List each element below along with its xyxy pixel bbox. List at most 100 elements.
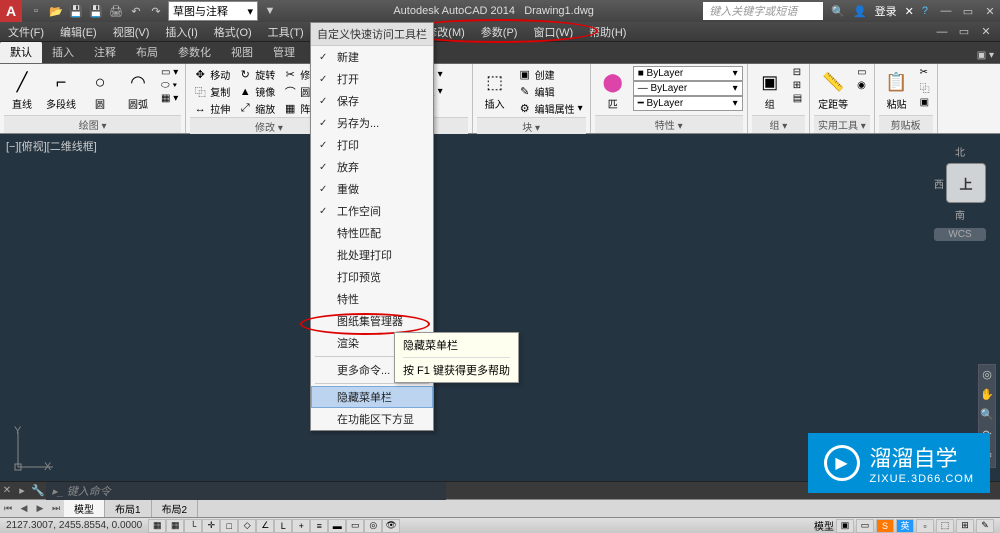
ellipse-icon[interactable]: ⬭ ▾: [158, 79, 181, 92]
status-icon-3[interactable]: S: [876, 519, 894, 533]
menu-window[interactable]: 窗口(W): [525, 22, 581, 42]
user-icon[interactable]: 👤: [853, 5, 867, 18]
qat-undo-icon[interactable]: ↶: [128, 3, 144, 19]
doc-minimize-button[interactable]: —: [932, 24, 952, 40]
maximize-button[interactable]: ▭: [958, 3, 978, 19]
tab-manage[interactable]: 管理: [263, 41, 305, 63]
menu-insert[interactable]: 插入(I): [157, 22, 205, 42]
viewport-label[interactable]: [−][俯视][二维线框]: [6, 138, 97, 154]
qat-print-icon[interactable]: 🖨: [108, 3, 124, 19]
hatch-icon[interactable]: ▦ ▾: [158, 92, 181, 105]
tab-default[interactable]: 默认: [0, 41, 42, 63]
nav-wheel-icon[interactable]: ◎: [979, 368, 995, 384]
cmd-close-icon[interactable]: ✕: [0, 485, 14, 496]
edit-attrib-button[interactable]: ⚙编辑属性 ▾: [515, 100, 586, 117]
tab-layout[interactable]: 布局: [126, 41, 168, 63]
dropdown-item-4[interactable]: ✓打印: [311, 134, 433, 156]
dropdown-item-10[interactable]: 打印预览: [311, 266, 433, 288]
rect-icon[interactable]: ▭ ▾: [158, 66, 181, 79]
circle-button[interactable]: ○圆: [82, 66, 118, 113]
lwt-toggle[interactable]: ≡: [310, 519, 328, 533]
ortho-toggle[interactable]: └: [184, 519, 202, 533]
status-icon-1[interactable]: ▣: [836, 519, 854, 533]
qat-new-icon[interactable]: ▫: [28, 3, 44, 19]
menu-edit[interactable]: 编辑(E): [52, 22, 105, 42]
tab-insert[interactable]: 插入: [42, 41, 84, 63]
clip-icon-3[interactable]: ▣: [917, 96, 933, 109]
tab-nav-first-icon[interactable]: ⏮: [0, 503, 16, 514]
panel-prop-title[interactable]: 特性 ▾: [595, 115, 743, 133]
menu-file[interactable]: 文件(F): [0, 22, 52, 42]
menu-param[interactable]: 参数(P): [473, 22, 526, 42]
group-edit-icon[interactable]: ⊞: [790, 79, 805, 92]
dyn-toggle[interactable]: +: [292, 519, 310, 533]
viewcube-west[interactable]: 西: [934, 176, 944, 191]
linetype-combo[interactable]: — ByLayer▾: [633, 81, 743, 96]
exchange-icon[interactable]: ✕: [905, 5, 914, 18]
qat-open-icon[interactable]: 📂: [48, 3, 64, 19]
copy-clip-icon[interactable]: ⿻: [917, 79, 933, 96]
tab-param[interactable]: 参数化: [168, 41, 221, 63]
status-model-label[interactable]: 模型: [814, 518, 834, 533]
snap-toggle[interactable]: ▦: [148, 519, 166, 533]
mirror-button[interactable]: ▲镜像: [235, 83, 278, 100]
viewcube-north[interactable]: 北: [934, 144, 986, 159]
panel-block-title[interactable]: 块 ▾: [477, 117, 586, 135]
line-button[interactable]: ╱直线: [4, 66, 40, 113]
cmd-wrench-icon[interactable]: 🔧: [30, 484, 46, 497]
tab-layout1[interactable]: 布局1: [105, 500, 152, 517]
panel-draw-title[interactable]: 绘图 ▾: [4, 115, 181, 133]
menu-view[interactable]: 视图(V): [105, 22, 158, 42]
qp-toggle[interactable]: ▭: [346, 519, 364, 533]
ungroup-icon[interactable]: ⊟: [790, 66, 805, 79]
status-icon-7[interactable]: ⊞: [956, 519, 974, 533]
cmd-nav-icon[interactable]: ▸: [14, 484, 30, 497]
qat-save-icon[interactable]: 💾: [68, 3, 84, 19]
status-icon-2[interactable]: ▭: [856, 519, 874, 533]
workspace-combo[interactable]: 草图与注释 ▾: [168, 1, 258, 21]
am-toggle[interactable]: 👁: [382, 519, 400, 533]
util-icon-1[interactable]: ▭: [854, 66, 869, 79]
menu-help[interactable]: 帮助(H): [581, 22, 634, 42]
dropdown-item-2[interactable]: ✓保存: [311, 90, 433, 112]
dropdown-item-1[interactable]: ✓打开: [311, 68, 433, 90]
drawing-area[interactable]: [−][俯视][二维线框] 北 西 上 南 WCS ◎ ✋ 🔍 ⟳ ▭ Y X: [0, 134, 1000, 481]
tab-nav-next-icon[interactable]: ▶: [32, 503, 48, 514]
util-icon-2[interactable]: ◉: [854, 79, 869, 92]
search-icon[interactable]: 🔍: [831, 5, 845, 18]
dropdown-item-9[interactable]: 批处理打印: [311, 244, 433, 266]
status-icon-6[interactable]: ⬚: [936, 519, 954, 533]
status-coordinates[interactable]: 2127.3007, 2455.8554, 0.0000: [0, 520, 148, 531]
status-icon-4[interactable]: 英: [896, 519, 914, 533]
arc-button[interactable]: ◠圆弧: [120, 66, 156, 113]
doc-restore-button[interactable]: ▭: [954, 24, 974, 40]
dropdown-item-16[interactable]: 在功能区下方显: [311, 408, 433, 430]
ribbon-extra-icon[interactable]: ▣ ▾: [971, 48, 1000, 63]
tab-annotate[interactable]: 注释: [84, 41, 126, 63]
viewcube-face[interactable]: 上: [946, 163, 986, 203]
panel-group-title[interactable]: 组 ▾: [752, 115, 805, 133]
dropdown-item-5[interactable]: ✓放弃: [311, 156, 433, 178]
menu-format[interactable]: 格式(O): [206, 22, 260, 42]
scale-button[interactable]: ⤢缩放: [235, 100, 278, 117]
sc-toggle[interactable]: ◎: [364, 519, 382, 533]
dropdown-item-6[interactable]: ✓重做: [311, 178, 433, 200]
polar-toggle[interactable]: ✛: [202, 519, 220, 533]
rotate-button[interactable]: ↻旋转: [235, 66, 278, 83]
search-box[interactable]: 键入关键字或短语: [703, 2, 823, 20]
viewcube-wcs[interactable]: WCS: [934, 228, 986, 241]
dropdown-item-12[interactable]: 图纸集管理器: [311, 310, 433, 332]
osnap-toggle[interactable]: □: [220, 519, 238, 533]
qat-dropdown-icon[interactable]: ▼: [262, 3, 278, 19]
3dosnap-toggle[interactable]: ◇: [238, 519, 256, 533]
edit-block-button[interactable]: ✎编辑: [515, 83, 586, 100]
polyline-button[interactable]: ⌐多段线: [42, 66, 80, 113]
panel-clip-title[interactable]: 剪贴板: [879, 115, 933, 133]
dropdown-item-7[interactable]: ✓工作空间: [311, 200, 433, 222]
match-prop-button[interactable]: ⬤匹: [595, 66, 631, 113]
panel-util-title[interactable]: 实用工具 ▾: [814, 115, 869, 133]
nav-pan-icon[interactable]: ✋: [979, 388, 995, 404]
viewcube[interactable]: 北 西 上 南 WCS: [934, 144, 986, 241]
tab-layout2[interactable]: 布局2: [152, 500, 199, 517]
stretch-button[interactable]: ↔拉伸: [190, 100, 233, 117]
